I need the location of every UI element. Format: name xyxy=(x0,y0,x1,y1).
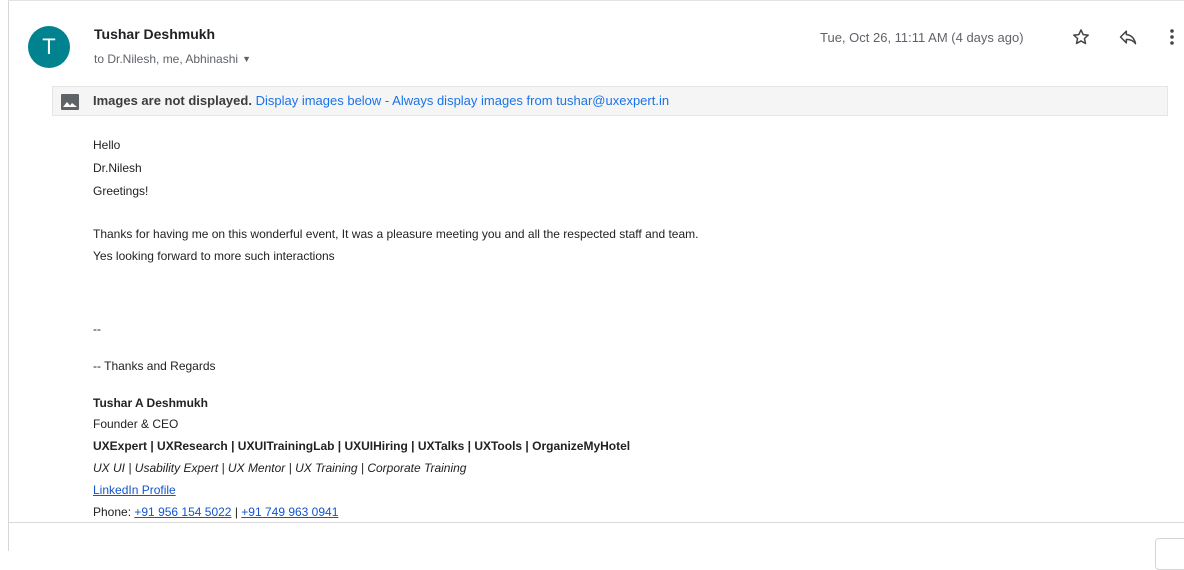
content-frame-left-border xyxy=(8,0,9,551)
content-frame-top-border xyxy=(8,0,1184,1)
star-icon xyxy=(1073,29,1089,45)
signature-name: Tushar A Deshmukh xyxy=(93,396,208,410)
banner-separator: - xyxy=(381,93,393,108)
phone-line: Phone: +91 956 154 5022 | +91 749 963 09… xyxy=(93,505,338,519)
display-images-below-link[interactable]: Display images below xyxy=(256,93,382,108)
phone-separator: | xyxy=(231,505,242,519)
image-icon xyxy=(61,94,79,110)
signature-companies: UXExpert | UXResearch | UXUITrainingLab … xyxy=(93,439,631,453)
bottom-right-button[interactable] xyxy=(1155,538,1184,570)
linkedin-profile-link[interactable]: LinkedIn Profile xyxy=(93,483,176,497)
more-vert-icon xyxy=(1170,29,1174,45)
images-not-displayed-banner: Images are not displayed. Display images… xyxy=(52,86,1168,116)
reply-icon xyxy=(1119,30,1137,45)
banner-bold-text: Images are not displayed. xyxy=(93,93,252,108)
sender-name[interactable]: Tushar Deshmukh xyxy=(94,26,215,42)
phone-link-1[interactable]: +91 956 154 5022 xyxy=(134,505,231,519)
thanks-and-regards: -- Thanks and Regards xyxy=(93,359,216,373)
body-paragraph-2: Yes looking forward to more such interac… xyxy=(93,249,335,263)
body-paragraph-1: Thanks for having me on this wonderful e… xyxy=(93,227,699,241)
recipient-name-line: Dr.Nilesh xyxy=(93,161,142,175)
banner-message: Images are not displayed. Display images… xyxy=(93,93,669,108)
phone-label: Phone: xyxy=(93,505,135,519)
caret-down-icon[interactable]: ▼ xyxy=(242,54,251,64)
content-frame-bottom-border xyxy=(8,522,1184,523)
greetings-line: Greetings! xyxy=(93,184,149,198)
reply-button[interactable] xyxy=(1115,24,1141,50)
phone-link-2[interactable]: +91 749 963 0941 xyxy=(241,505,338,519)
star-button[interactable] xyxy=(1068,24,1094,50)
signature-title: Founder & CEO xyxy=(93,417,179,431)
more-options-button[interactable] xyxy=(1161,24,1183,50)
recipients-text: to Dr.Nilesh, me, Abhinashi xyxy=(94,52,239,66)
sender-avatar[interactable]: T xyxy=(28,26,70,68)
greeting-line: Hello xyxy=(93,138,121,152)
recipients-line: to Dr.Nilesh, me, Abhinashi ▼ xyxy=(94,52,251,66)
signature-roles: UX UI | Usability Expert | UX Mentor | U… xyxy=(93,461,467,475)
message-date: Tue, Oct 26, 11:11 AM (4 days ago) xyxy=(820,30,1024,45)
always-display-images-link[interactable]: Always display images from tushar@uxexpe… xyxy=(392,93,669,108)
signature-separator: -- xyxy=(93,322,101,336)
